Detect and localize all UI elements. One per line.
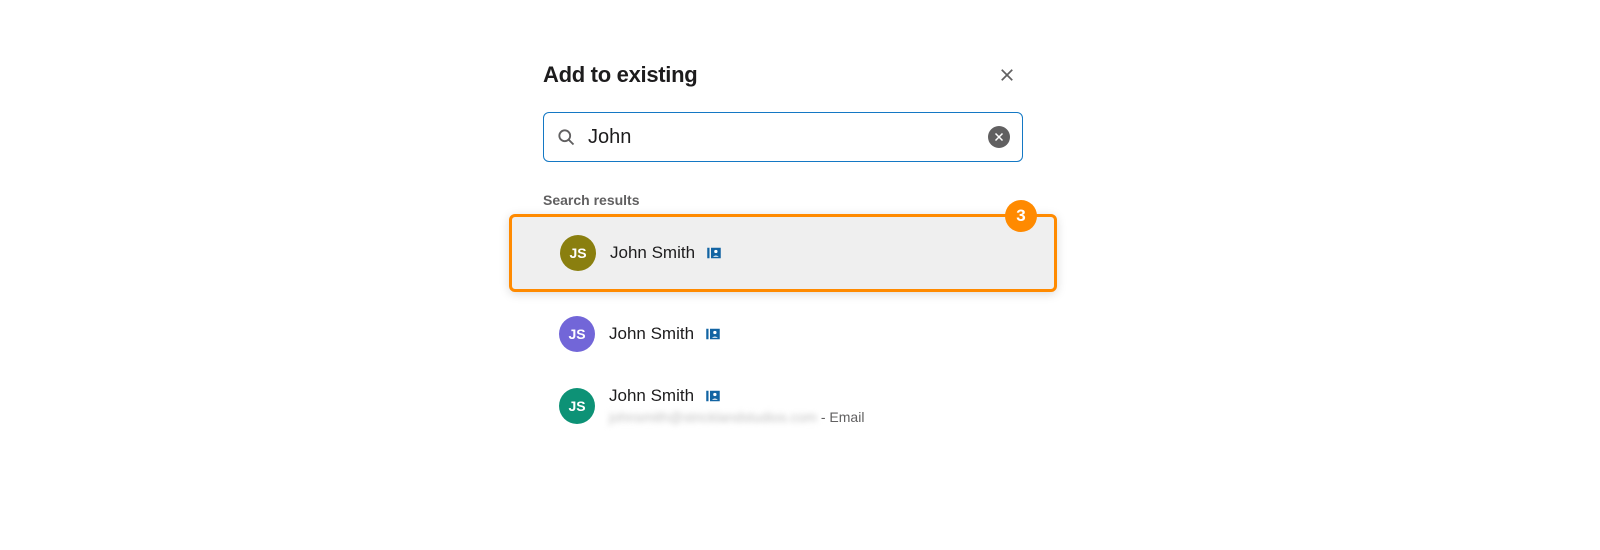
- result-name: John Smith: [610, 243, 695, 263]
- result-type: Email: [829, 409, 864, 425]
- clear-icon: [993, 131, 1005, 143]
- contact-card-icon: [704, 387, 722, 405]
- dialog-header: Add to existing: [543, 62, 1023, 88]
- search-results-list: 3 JS John Smith JS: [543, 214, 1023, 439]
- contact-card-icon: [705, 244, 723, 262]
- search-results-label: Search results: [543, 192, 1023, 208]
- avatar: JS: [559, 316, 595, 352]
- result-name: John Smith: [609, 324, 694, 344]
- search-icon: [556, 127, 576, 147]
- search-result-item[interactable]: JS John Smith: [509, 214, 1057, 292]
- search-input[interactable]: [588, 126, 976, 149]
- search-result-item[interactable]: JS John Smith: [543, 302, 1023, 366]
- result-email: johnsmith@stricklandstudios.com: [609, 409, 817, 425]
- avatar: JS: [560, 235, 596, 271]
- result-subtext: johnsmith@stricklandstudios.com - Email: [609, 409, 864, 425]
- result-name: John Smith: [609, 386, 694, 406]
- avatar: JS: [559, 388, 595, 424]
- dialog-title: Add to existing: [543, 62, 697, 88]
- close-button[interactable]: [995, 63, 1019, 87]
- step-badge: 3: [1005, 200, 1037, 232]
- search-field-wrapper[interactable]: [543, 112, 1023, 162]
- close-icon: [998, 66, 1016, 84]
- add-to-existing-dialog: Add to existing Search results 3 JS: [543, 62, 1023, 439]
- contact-card-icon: [704, 325, 722, 343]
- search-result-item[interactable]: JS John Smith johnsmith@stricklandstud: [543, 372, 1023, 439]
- clear-search-button[interactable]: [988, 126, 1010, 148]
